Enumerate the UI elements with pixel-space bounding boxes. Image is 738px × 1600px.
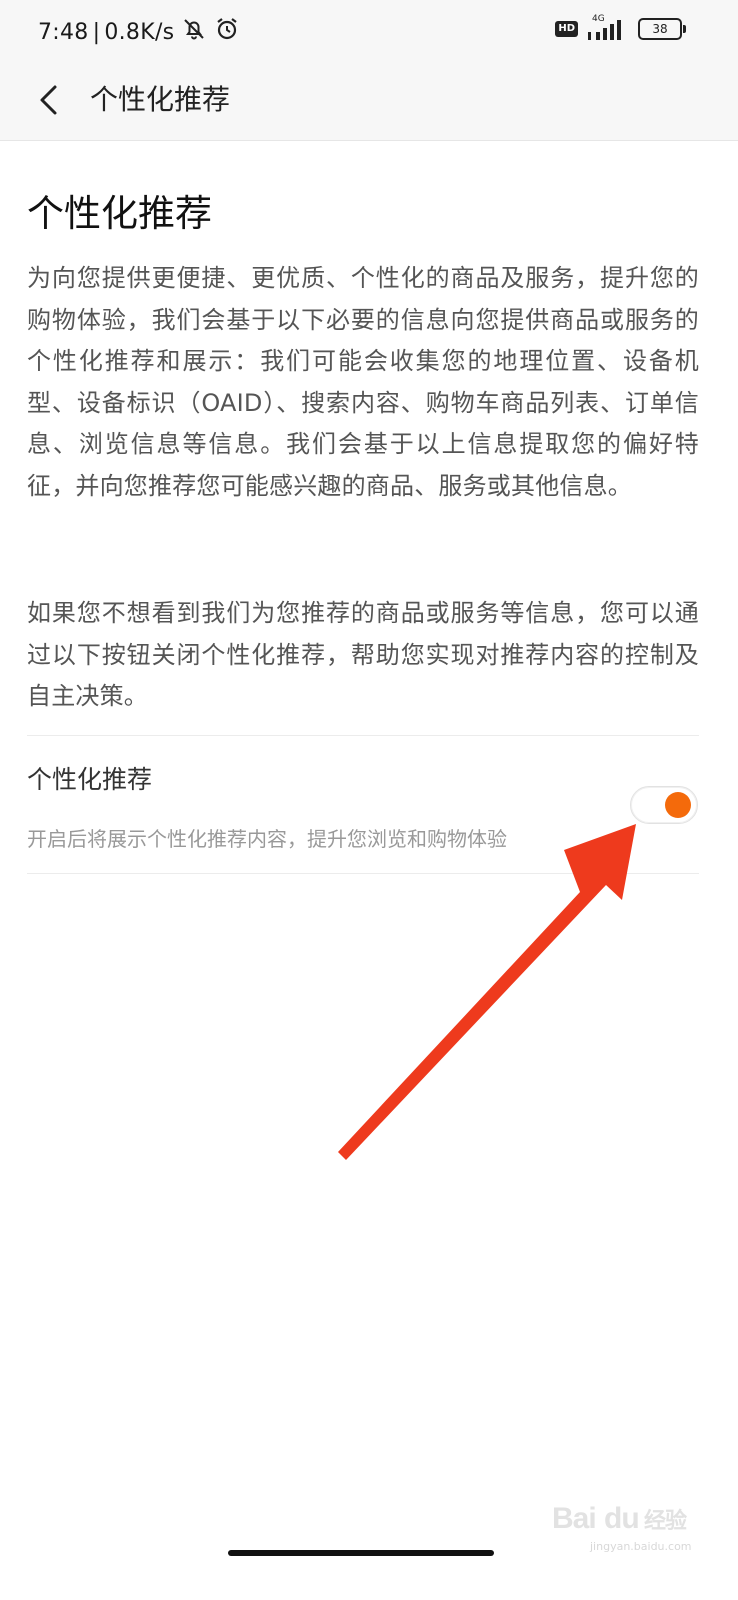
watermark-url: jingyan.baidu.com [590,1540,692,1553]
baidu-watermark-logo: Bai du 经验 [552,1496,692,1538]
svg-text:Bai: Bai [552,1502,596,1535]
svg-text:du: du [604,1502,639,1535]
home-indicator[interactable] [228,1550,494,1556]
svg-text:经验: 经验 [644,1508,687,1534]
annotation-arrow-icon [338,824,636,1160]
